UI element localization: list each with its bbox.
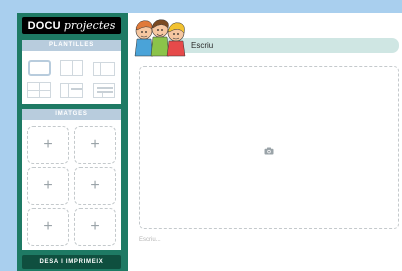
document-title[interactable]: Escriu — [191, 41, 213, 50]
save-print-button[interactable]: DESA I IMPRIMEIX — [22, 255, 121, 269]
kids-illustration — [134, 19, 186, 57]
plus-icon: + — [90, 218, 100, 235]
logo-script-text: projectes — [63, 19, 116, 32]
image-slot-6[interactable]: + — [74, 208, 116, 246]
plus-icon: + — [90, 136, 100, 153]
image-slot-2[interactable]: + — [74, 126, 116, 164]
plus-icon: + — [43, 136, 53, 153]
plus-icon: + — [43, 177, 53, 194]
template-four-grid[interactable] — [27, 82, 51, 98]
image-slot-4[interactable]: + — [74, 167, 116, 205]
image-slot-5[interactable]: + — [27, 208, 69, 246]
templates-panel: PLANTILLES — [22, 40, 121, 104]
plus-icon: + — [90, 177, 100, 194]
images-header: IMATGES — [22, 109, 121, 120]
image-slot-1[interactable]: + — [27, 126, 69, 164]
caption-input[interactable]: Escriu... — [139, 237, 161, 243]
camera-icon[interactable] — [264, 147, 274, 155]
images-panel: IMATGES + + + + + + — [22, 109, 121, 250]
plus-icon: + — [43, 218, 53, 235]
logo-bold-text: DOCU — [27, 20, 61, 32]
image-slot-3[interactable]: + — [27, 167, 69, 205]
templates-header: PLANTILLES — [22, 40, 121, 51]
template-two-columns[interactable] — [60, 60, 83, 76]
template-image-text[interactable] — [60, 83, 83, 98]
template-side-layout[interactable] — [93, 62, 115, 76]
template-text-lines[interactable] — [93, 83, 115, 98]
app-logo: DOCU projectes — [22, 17, 121, 34]
template-single[interactable] — [28, 60, 51, 76]
